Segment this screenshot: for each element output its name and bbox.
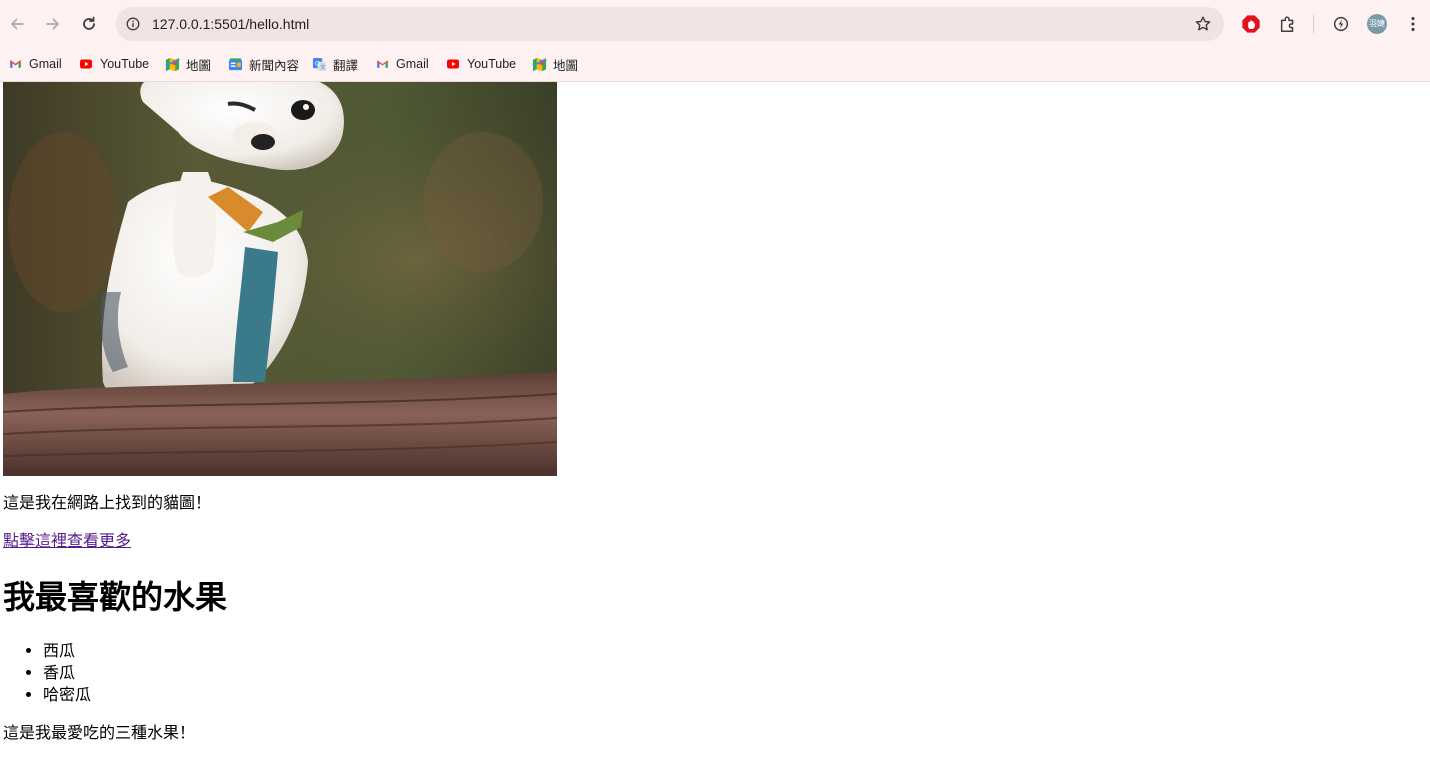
bookmark-gmail[interactable]: Gmail (7, 53, 62, 75)
performance-icon[interactable] (1330, 13, 1352, 35)
news-icon (227, 56, 243, 72)
chihuahua-photo (3, 82, 557, 476)
fruit-list: 西瓜 香瓜 哈密瓜 (43, 640, 91, 706)
page-content: 這是我在網路上找到的貓圖！ 點擊這裡查看更多 我最喜歡的水果 西瓜 香瓜 哈密瓜… (0, 82, 1430, 758)
forward-button[interactable] (39, 10, 67, 38)
list-item: 哈密瓜 (43, 684, 91, 706)
bookmark-news[interactable]: 新聞內容 (227, 53, 299, 75)
bookmark-label: Gmail (29, 57, 62, 71)
toolbar-divider (1313, 15, 1314, 33)
reload-button[interactable] (75, 10, 103, 38)
bookmark-youtube-2[interactable]: YouTube (445, 53, 516, 75)
bookmark-maps-2[interactable]: 地圖 (531, 53, 578, 75)
bookmarks-bar: Gmail YouTube 地圖 新聞內容 G文 翻譯 Gmail YouTub… (0, 48, 1430, 82)
site-info-icon[interactable] (124, 15, 142, 33)
bookmark-translate[interactable]: G文 翻譯 (311, 53, 358, 75)
maps-icon (164, 56, 180, 72)
arrow-left-icon (11, 18, 24, 30)
url-text[interactable]: 127.0.0.1:5501/hello.html (152, 15, 309, 33)
arrow-right-icon (46, 18, 59, 30)
footer-text: 這是我最愛吃的三種水果！ (3, 723, 196, 742)
bookmark-label: 地圖 (186, 58, 212, 73)
see-more-link[interactable]: 點擊這裡查看更多 (3, 530, 131, 552)
address-bar[interactable]: 127.0.0.1:5501/hello.html (116, 7, 1224, 41)
bookmark-label: YouTube (100, 57, 150, 71)
bookmark-maps[interactable]: 地圖 (164, 53, 211, 75)
bookmark-label: YouTube (467, 57, 517, 71)
gmail-icon (7, 56, 23, 72)
bookmark-youtube[interactable]: YouTube (78, 53, 149, 75)
gmail-icon (374, 56, 390, 72)
bookmark-gmail-2[interactable]: Gmail (374, 53, 429, 75)
youtube-icon (78, 56, 94, 72)
profile-avatar[interactable]: 羽婕 (1367, 14, 1387, 34)
bookmark-label: Gmail (396, 57, 429, 71)
bookmark-label: 地圖 (553, 58, 579, 73)
extensions-puzzle-icon[interactable] (1277, 13, 1299, 35)
maps-icon (531, 56, 547, 72)
adblock-extension-icon[interactable] (1240, 13, 1262, 35)
translate-icon: G文 (311, 56, 327, 72)
list-item: 香瓜 (43, 662, 91, 684)
reload-icon (83, 16, 95, 30)
youtube-icon (445, 56, 461, 72)
menu-kebab-icon[interactable] (1402, 13, 1424, 35)
bookmark-label: 新聞內容 (249, 58, 300, 73)
bookmark-label: 翻譯 (333, 58, 359, 73)
list-item: 西瓜 (43, 640, 91, 662)
page-heading: 我最喜歡的水果 (3, 578, 228, 616)
image-caption: 這是我在網路上找到的貓圖！ (3, 493, 212, 512)
svg-text:文: 文 (319, 63, 325, 71)
back-button[interactable] (3, 10, 31, 38)
bookmark-star-icon[interactable] (1194, 15, 1212, 33)
browser-toolbar: 127.0.0.1:5501/hello.html 羽婕 (0, 0, 1430, 48)
